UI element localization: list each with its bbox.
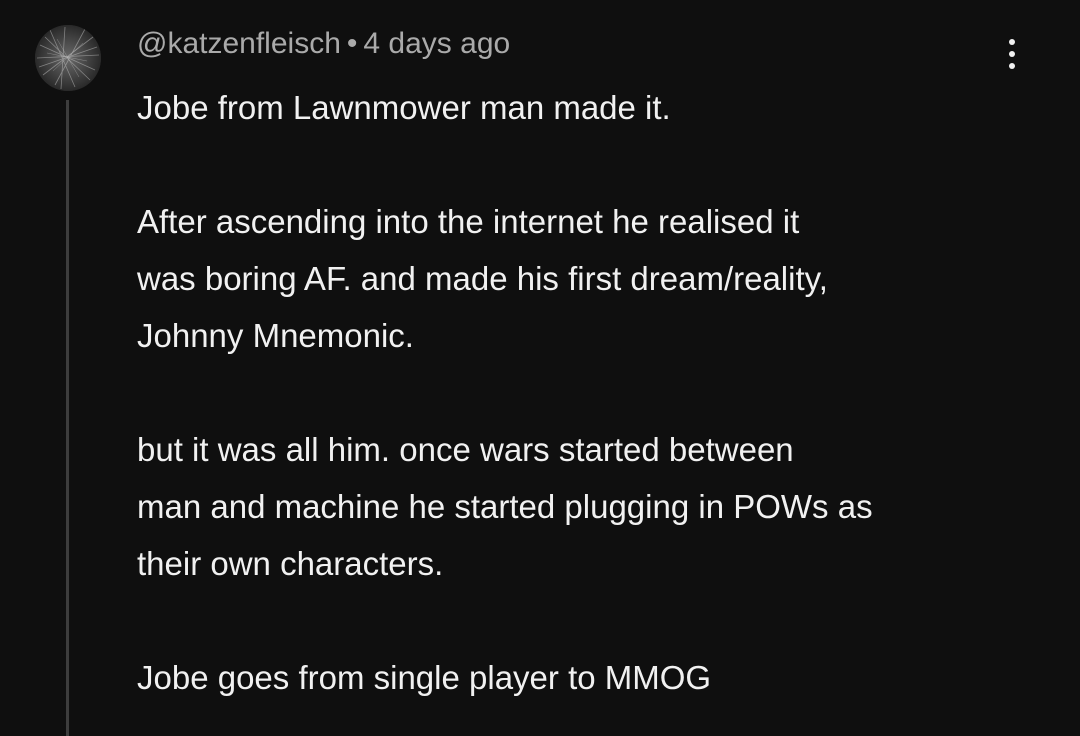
comment-paragraph: After ascending into the internet he rea…	[137, 193, 1037, 364]
thread-line	[66, 100, 69, 736]
comment-header: @katzenfleisch • 4 days ago	[137, 24, 510, 64]
comment-body: Jobe from Lawnmower man made it. After a…	[137, 79, 1037, 706]
comment-line: was boring AF. and made his first dream/…	[137, 260, 828, 297]
comment-line: but it was all him. once wars started be…	[137, 431, 794, 468]
comment-paragraph: Jobe goes from single player to MMOG	[137, 649, 1037, 706]
comment-paragraph: Jobe from Lawnmower man made it.	[137, 79, 1037, 136]
more-options-button[interactable]	[992, 34, 1032, 74]
comment-line: Johnny Mnemonic.	[137, 317, 414, 354]
paragraph-spacer	[137, 592, 1037, 649]
paragraph-spacer	[137, 136, 1037, 193]
comment-line: Jobe from Lawnmower man made it.	[137, 89, 671, 126]
comment-line: Jobe goes from single player to MMOG	[137, 659, 712, 696]
paragraph-spacer	[137, 364, 1037, 421]
comment-line: their own characters.	[137, 545, 444, 582]
separator-dot: •	[346, 27, 358, 60]
comment-line: After ascending into the internet he rea…	[137, 203, 800, 240]
avatar-image	[35, 25, 101, 91]
comment-timestamp[interactable]: 4 days ago	[363, 27, 510, 60]
comment-paragraph: but it was all him. once wars started be…	[137, 421, 1037, 592]
comment-line: man and machine he started plugging in P…	[137, 488, 873, 525]
author-handle[interactable]: @katzenfleisch	[137, 27, 341, 60]
avatar[interactable]	[35, 25, 101, 91]
